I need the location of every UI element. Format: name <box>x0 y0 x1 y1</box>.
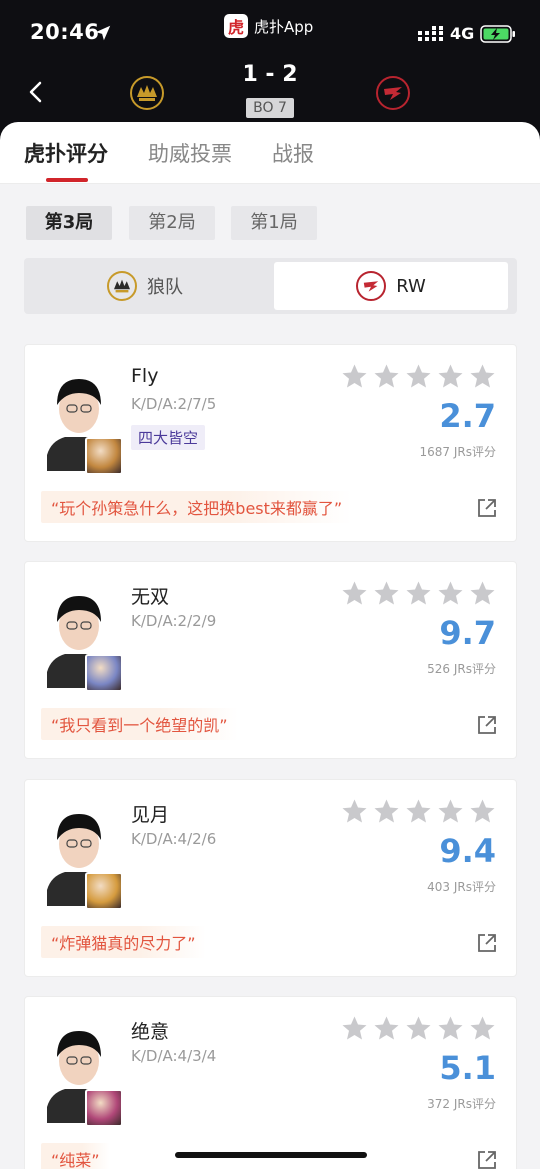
rating-star-icon[interactable] <box>341 580 368 607</box>
team-option-label: 狼队 <box>147 277 183 298</box>
status-bar: 20:46 虎 虎扑App 4G <box>0 0 540 60</box>
player-kda: K/D/A:4/2/6 <box>131 830 217 848</box>
rating-star-icon[interactable] <box>341 1015 368 1042</box>
hero-icon <box>85 1089 123 1127</box>
rating-star-icon[interactable] <box>405 363 432 390</box>
game-chip-2[interactable]: 第2局 <box>129 206 215 240</box>
game-selector: 第3局 第2局 第1局 <box>0 184 540 254</box>
tab-hupu-rating[interactable]: 虎扑评分 <box>24 138 108 168</box>
back-arrow-icon[interactable] <box>22 78 50 106</box>
rw-logo-icon <box>356 271 387 301</box>
team-switch: 狼队 RW <box>24 258 517 314</box>
player-card[interactable]: 无双 K/D/A:2/2/9 9.7 526 JRs评分 “我只看到一个绝望的凯… <box>24 561 517 759</box>
tab-cheer-vote[interactable]: 助威投票 <box>148 138 232 168</box>
player-score: 2.7 <box>439 397 496 435</box>
rating-star-icon[interactable] <box>469 580 496 607</box>
rating-star-icon[interactable] <box>469 798 496 825</box>
team-option-label: RW <box>396 275 426 297</box>
top-tab-bar: 虎扑评分 助威投票 战报 <box>0 122 540 184</box>
rating-count: 403 JRs评分 <box>427 880 496 894</box>
player-name: Fly <box>131 365 159 387</box>
player-score: 9.7 <box>439 614 496 652</box>
player-tag: 四大皆空 <box>131 425 206 450</box>
rating-star-icon[interactable] <box>437 363 464 390</box>
app-name: 虎扑App <box>254 17 314 36</box>
match-score: 1 - 2 <box>242 62 298 87</box>
player-name: 无双 <box>131 586 170 608</box>
rating-star-icon[interactable] <box>437 580 464 607</box>
active-tab-indicator <box>46 178 88 182</box>
player-name: 绝意 <box>131 1021 170 1043</box>
top-comment[interactable]: “纯菜” <box>41 1143 110 1169</box>
battery-charging-icon <box>480 25 515 43</box>
player-score: 5.1 <box>439 1049 496 1087</box>
rating-star-icon[interactable] <box>373 363 400 390</box>
rating-star-icon[interactable] <box>373 580 400 607</box>
star-rating-input[interactable] <box>341 798 496 825</box>
share-icon[interactable] <box>476 932 498 954</box>
hupu-logo-icon: 虎 <box>224 14 248 38</box>
team-option-rw[interactable]: RW <box>274 262 508 310</box>
player-kda: K/D/A:2/7/5 <box>131 395 217 413</box>
rating-star-icon[interactable] <box>469 363 496 390</box>
star-rating-input[interactable] <box>341 1015 496 1042</box>
rating-star-icon[interactable] <box>341 363 368 390</box>
rating-star-icon[interactable] <box>405 798 432 825</box>
rating-star-icon[interactable] <box>373 1015 400 1042</box>
rw-team-logo[interactable] <box>376 76 410 110</box>
location-arrow-icon <box>95 25 111 41</box>
game-chip-3[interactable]: 第3局 <box>26 206 112 240</box>
team-option-wolves[interactable]: 狼队 <box>28 262 262 310</box>
player-card[interactable]: 见月 K/D/A:4/2/6 9.4 403 JRs评分 “炸弹猫真的尽力了” <box>24 779 517 977</box>
rating-star-icon[interactable] <box>405 1015 432 1042</box>
player-name: 见月 <box>131 804 170 826</box>
share-icon[interactable] <box>476 1149 498 1169</box>
star-rating-input[interactable] <box>341 363 496 390</box>
top-comment[interactable]: “我只看到一个绝望的凯” <box>41 708 238 740</box>
hero-icon <box>85 437 123 475</box>
match-format-badge: BO 7 <box>246 98 294 118</box>
cellular-signal-icon <box>418 26 443 41</box>
player-score: 9.4 <box>439 832 496 870</box>
player-card[interactable]: Fly K/D/A:2/7/5 四大皆空 2.7 1687 JRs评分 “玩个孙… <box>24 344 517 542</box>
player-kda: K/D/A:2/2/9 <box>131 612 217 630</box>
rating-star-icon[interactable] <box>373 798 400 825</box>
network-type: 4G <box>450 24 475 43</box>
player-card[interactable]: 绝意 K/D/A:4/3/4 5.1 372 JRs评分 “纯菜” <box>24 996 517 1169</box>
hero-icon <box>85 654 123 692</box>
rating-star-icon[interactable] <box>405 580 432 607</box>
wolves-team-logo[interactable] <box>130 76 164 110</box>
share-icon[interactable] <box>476 497 498 519</box>
rating-count: 1687 JRs评分 <box>419 445 496 459</box>
wolves-logo-icon <box>137 85 157 101</box>
match-nav-row: 1 - 2 BO 7 <box>0 60 540 130</box>
rating-count: 526 JRs评分 <box>427 662 496 676</box>
game-chip-1[interactable]: 第1局 <box>231 206 317 240</box>
home-indicator <box>175 1152 367 1158</box>
status-time: 20:46 <box>30 20 100 44</box>
top-comment[interactable]: “玩个孙策急什么，这把换best来都赢了” <box>41 491 353 523</box>
rw-logo-icon <box>384 87 402 100</box>
share-icon[interactable] <box>476 714 498 736</box>
match-header: 20:46 虎 虎扑App 4G 1 - 2 BO 7 <box>0 0 540 140</box>
rating-star-icon[interactable] <box>341 798 368 825</box>
rating-count: 372 JRs评分 <box>427 1097 496 1111</box>
tab-match-report[interactable]: 战报 <box>272 138 314 168</box>
star-rating-input[interactable] <box>341 580 496 607</box>
rating-star-icon[interactable] <box>437 1015 464 1042</box>
player-kda: K/D/A:4/3/4 <box>131 1047 217 1065</box>
wolves-logo-icon <box>107 271 137 301</box>
top-comment[interactable]: “炸弹猫真的尽力了” <box>41 926 206 958</box>
hero-icon <box>85 872 123 910</box>
app-indicator[interactable]: 虎 虎扑App <box>224 12 313 40</box>
rating-star-icon[interactable] <box>469 1015 496 1042</box>
rating-star-icon[interactable] <box>437 798 464 825</box>
